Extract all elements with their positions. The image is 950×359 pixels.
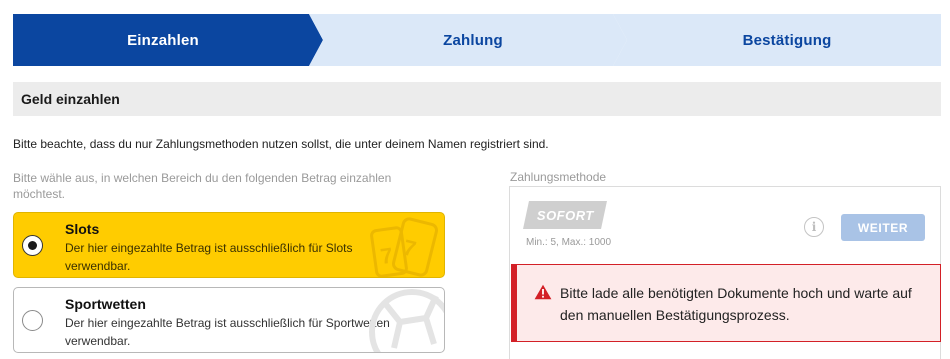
option-sportwetten[interactable]: Sportwetten Der hier eingezahlte Betrag … <box>13 287 445 353</box>
option-description: Der hier eingezahlte Betrag ist ausschli… <box>65 316 390 348</box>
step-label: Einzahlen <box>127 31 199 49</box>
step-zahlung[interactable]: Zahlung <box>309 14 627 66</box>
payment-limits: Min.: 5, Max.: 1000 <box>526 237 612 248</box>
section-title: Geld einzahlen <box>13 82 941 116</box>
info-icon[interactable]: i <box>804 217 824 237</box>
weiter-button[interactable]: WEITER <box>841 214 925 241</box>
option-title: Slots <box>65 221 100 237</box>
step-label: Bestätigung <box>742 31 832 49</box>
progress-stepper: Einzahlen Zahlung Bestätigung <box>13 14 941 66</box>
step-label: Zahlung <box>443 31 503 49</box>
option-slots[interactable]: Slots Der hier eingezahlte Betrag ist au… <box>13 212 445 278</box>
document-upload-alert: Bitte lade alle benötigten Dokumente hoc… <box>511 264 941 342</box>
option-description: Der hier eingezahlte Betrag ist ausschli… <box>65 241 353 273</box>
radio-dot <box>27 240 37 250</box>
sofort-logo-text: SOFORT <box>536 207 594 223</box>
registration-notice: Bitte beachte, dass du nur Zahlungsmetho… <box>13 137 549 151</box>
sofort-logo: SOFORT <box>523 201 607 229</box>
radio-slots[interactable] <box>22 235 43 256</box>
alert-message: Bitte lade alle benötigten Dokumente hoc… <box>560 285 912 323</box>
step-einzahlen[interactable]: Einzahlen <box>13 14 323 66</box>
payment-method-label: Zahlungsmethode <box>510 170 607 184</box>
radio-sportwetten[interactable] <box>22 310 43 331</box>
step-bestaetigung[interactable]: Bestätigung <box>613 14 941 66</box>
option-title: Sportwetten <box>65 296 146 312</box>
area-selection-label: Bitte wähle aus, in welchen Bereich du d… <box>13 171 392 201</box>
warning-icon <box>534 284 552 300</box>
